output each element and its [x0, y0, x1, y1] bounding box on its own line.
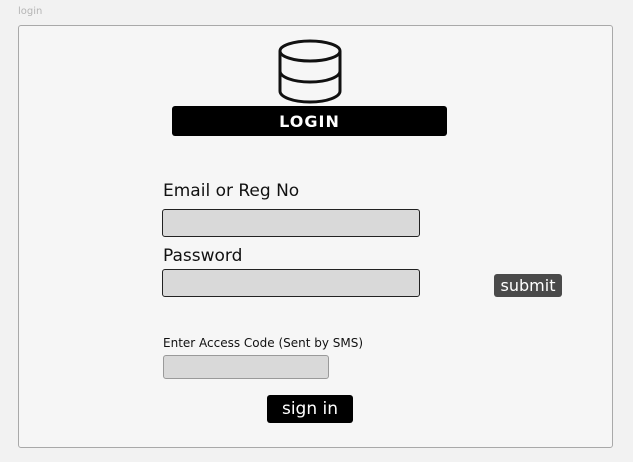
login-banner: LOGIN — [172, 106, 447, 136]
database-icon — [278, 39, 342, 104]
password-input[interactable] — [162, 269, 420, 297]
email-input[interactable] — [162, 209, 420, 237]
password-label: Password — [163, 246, 243, 266]
access-code-label: Enter Access Code (Sent by SMS) — [163, 336, 364, 350]
submit-button[interactable]: submit — [494, 274, 562, 297]
email-label: Email or Reg No — [163, 181, 300, 201]
access-code-input[interactable] — [163, 355, 329, 379]
page-label: login — [18, 6, 43, 17]
sign-in-button[interactable]: sign in — [267, 395, 353, 423]
